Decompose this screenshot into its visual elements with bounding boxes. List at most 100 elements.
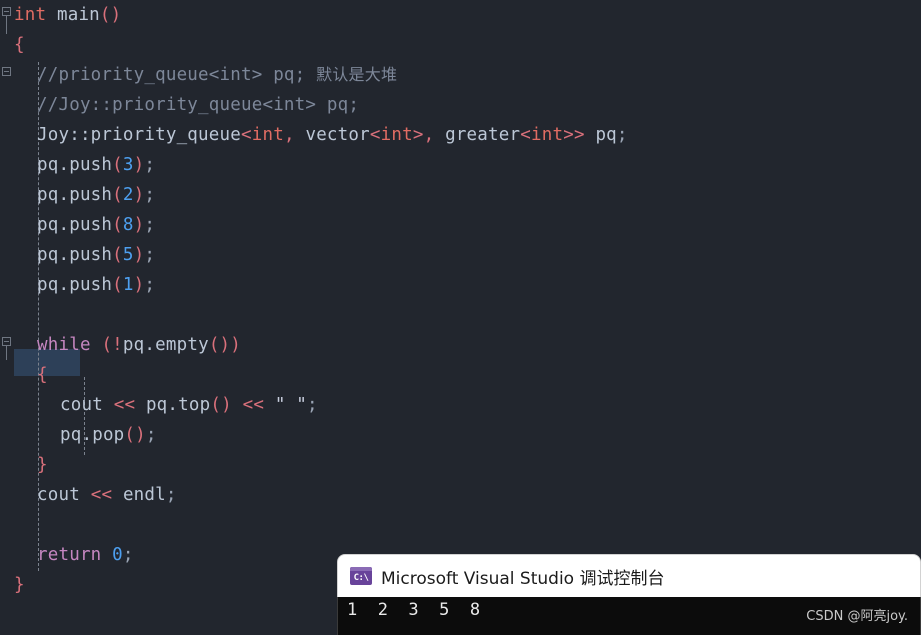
console-title-text: Microsoft Visual Studio 调试控制台: [381, 568, 665, 589]
console-icon-titlebar-stripe: [350, 567, 372, 571]
code-token: pq.top: [145, 395, 211, 415]
code-line[interactable]: pq.push(5);: [37, 240, 155, 270]
code-token: (: [112, 245, 123, 265]
code-token: ): [133, 215, 145, 235]
code-token: ;: [307, 395, 318, 415]
code-token: (: [112, 215, 123, 235]
code-token: (): [99, 5, 122, 25]
code-token: 8: [122, 215, 134, 235]
code-line[interactable]: pq.pop();: [60, 420, 157, 450]
code-line[interactable]: //priority_queue<int> pq; 默认是大堆: [37, 60, 397, 90]
code-line[interactable]: pq.push(8);: [37, 210, 155, 240]
code-token: pq.pop: [60, 425, 125, 445]
code-token: ;: [165, 485, 177, 505]
code-line[interactable]: }: [37, 450, 48, 480]
console-output-text: 1 2 3 5 8: [347, 600, 481, 620]
code-token: ): [133, 185, 145, 205]
code-line[interactable]: {: [37, 360, 48, 390]
code-token: <<: [242, 395, 265, 415]
code-line[interactable]: cout << endl;: [37, 480, 177, 510]
code-token: }: [37, 455, 48, 475]
code-line[interactable]: while (!pq.empty()): [37, 330, 241, 360]
code-line[interactable]: pq.push(1);: [37, 270, 155, 300]
code-token: {: [37, 365, 48, 385]
code-token: 3: [122, 155, 134, 175]
code-token: while: [37, 335, 91, 355]
code-token: ()): [208, 335, 242, 355]
code-token: ;: [616, 125, 628, 145]
fold-box-line-12[interactable]: [2, 337, 11, 346]
code-line[interactable]: Joy::priority_queue<int, vector<int>, gr…: [37, 120, 628, 150]
code-token: >,: [412, 125, 435, 145]
code-token: ;: [122, 545, 134, 565]
code-token: <<: [113, 395, 136, 415]
code-token: ;: [144, 245, 156, 265]
console-window[interactable]: C:\ Microsoft Visual Studio 调试控制台 1 2 3 …: [337, 554, 921, 635]
code-token: (!: [101, 335, 123, 355]
code-token: (): [210, 395, 232, 415]
code-line[interactable]: }: [14, 570, 25, 600]
code-token: Joy::priority_queue: [37, 125, 241, 145]
code-token: int: [530, 125, 564, 145]
code-line[interactable]: return 0;: [37, 540, 134, 570]
code-line[interactable]: //Joy::priority_queue<int> pq;: [37, 90, 359, 120]
console-titlebar[interactable]: C:\ Microsoft Visual Studio 调试控制台: [337, 554, 921, 597]
code-token: ): [133, 155, 145, 175]
code-token: <: [240, 125, 252, 145]
code-token: ): [133, 245, 145, 265]
editor-gutter[interactable]: [0, 0, 22, 635]
code-token: <: [369, 125, 381, 145]
code-token: >>: [563, 125, 585, 145]
code-token: ,: [283, 125, 295, 145]
fold-box-line-1[interactable]: [2, 7, 11, 16]
code-token: pq.push: [37, 245, 113, 265]
code-token: cout: [37, 485, 80, 505]
code-token: pq.push: [37, 155, 113, 175]
code-token: ;: [144, 155, 156, 175]
code-line[interactable]: pq.push(2);: [37, 180, 155, 210]
code-line[interactable]: cout << pq.top() << " ";: [60, 390, 318, 420]
code-line[interactable]: pq.push(3);: [37, 150, 155, 180]
code-token: ;: [145, 425, 157, 445]
csdn-watermark: CSDN @阿亮joy.: [806, 609, 908, 624]
code-token: ): [133, 275, 145, 295]
code-token: pq.empty: [122, 335, 209, 355]
code-editor[interactable]: int main() { //priority_queue<int> pq; 默认是…: [0, 0, 921, 635]
code-token: cout: [60, 395, 103, 415]
code-token: endl: [122, 485, 166, 505]
code-token: return: [37, 545, 102, 565]
code-token: (: [112, 155, 123, 175]
code-token: (): [124, 425, 146, 445]
fold-box-line-3[interactable]: [2, 67, 11, 76]
code-token: int: [380, 125, 413, 145]
code-token: greater: [445, 125, 521, 145]
code-line[interactable]: {: [14, 30, 25, 60]
code-token: ;: [144, 185, 156, 205]
code-token: (: [112, 185, 123, 205]
code-token: }: [14, 575, 25, 595]
code-line[interactable]: int main(): [14, 0, 121, 30]
code-token: 0: [112, 545, 123, 565]
code-token: " ": [274, 395, 308, 415]
code-token: pq: [595, 125, 617, 145]
code-token: pq.push: [37, 275, 113, 295]
fold-line-line-1: [6, 16, 7, 34]
console-app-icon: C:\: [350, 567, 372, 585]
code-token: {: [14, 35, 25, 55]
console-output-area[interactable]: 1 2 3 5 8 CSDN @阿亮joy.: [337, 597, 921, 635]
code-token: vector: [305, 125, 370, 145]
code-token: int: [251, 125, 284, 145]
code-token: pq.push: [37, 185, 113, 205]
code-token: <<: [90, 485, 113, 505]
code-token: 1: [122, 275, 134, 295]
